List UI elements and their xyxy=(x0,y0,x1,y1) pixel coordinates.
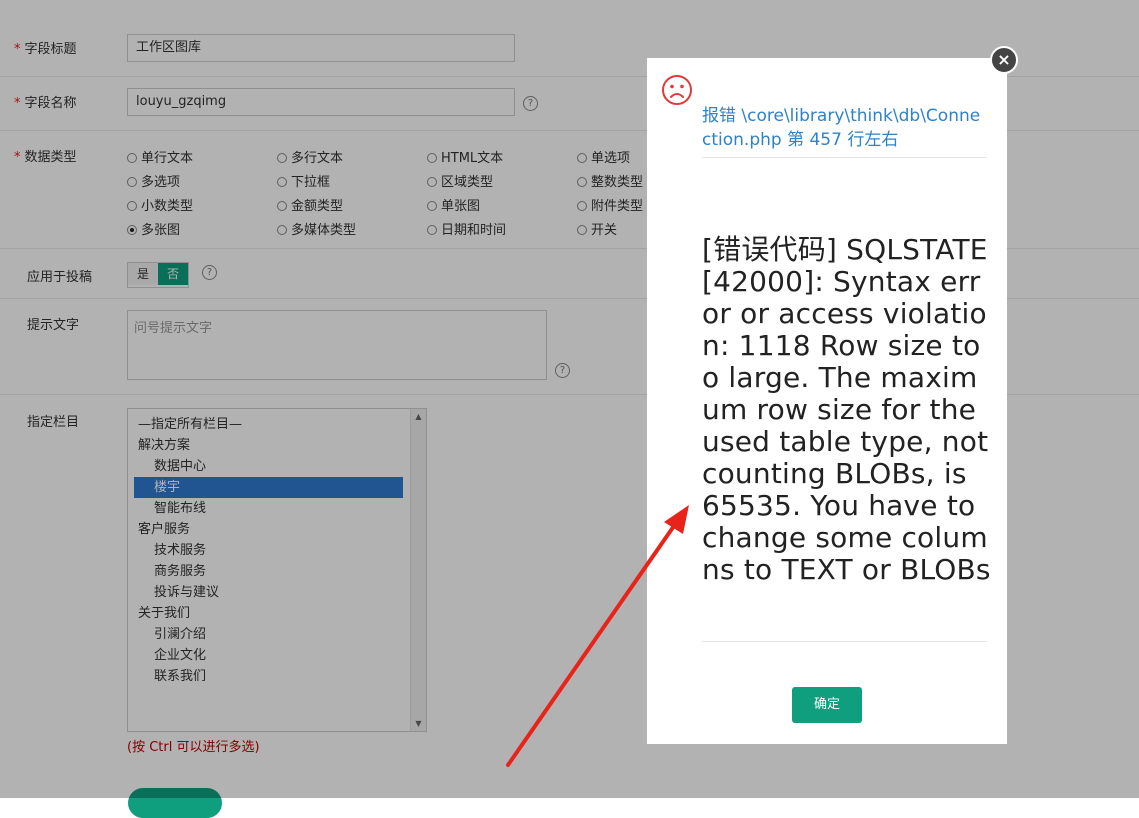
message-divider xyxy=(702,641,987,642)
sad-face-icon xyxy=(662,75,692,105)
title-divider xyxy=(702,157,987,158)
close-icon[interactable]: × xyxy=(990,46,1018,74)
error-title: 报错 \core\library\think\db\Connection.php… xyxy=(702,106,981,150)
ok-button[interactable]: 确定 xyxy=(792,687,862,723)
error-message: [错误代码] SQLSTATE[42000]: Syntax error or … xyxy=(702,233,991,586)
